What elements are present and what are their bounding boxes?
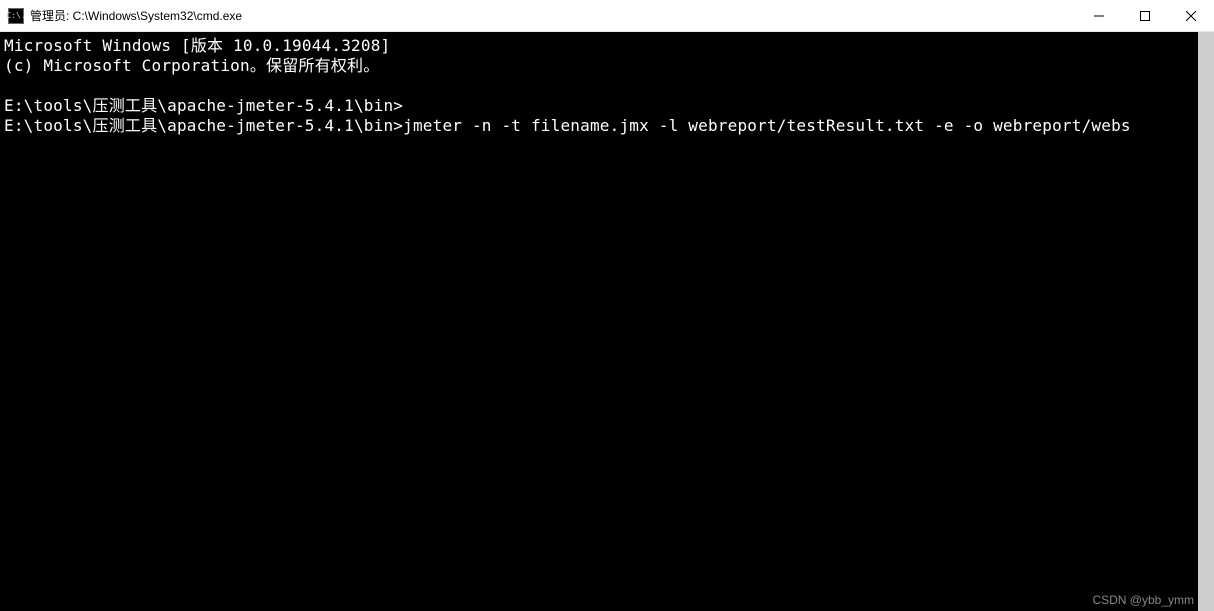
window-title: 管理员: C:\Windows\System32\cmd.exe [30, 7, 1076, 24]
terminal-container: Microsoft Windows [版本 10.0.19044.3208] (… [0, 32, 1214, 611]
terminal-prompt: E:\tools\压测工具\apache-jmeter-5.4.1\bin> [4, 96, 403, 115]
cmd-icon: C:\. [8, 8, 24, 24]
terminal-command: jmeter -n -t filename.jmx -l webreport/t… [403, 116, 1131, 135]
close-icon [1186, 11, 1196, 21]
watermark-text: CSDN @ybb_ymm [1092, 593, 1194, 607]
scrollbar-thumb[interactable] [1198, 32, 1214, 611]
minimize-icon [1094, 11, 1104, 21]
maximize-button[interactable] [1122, 0, 1168, 31]
minimize-button[interactable] [1076, 0, 1122, 31]
maximize-icon [1140, 11, 1150, 21]
vertical-scrollbar[interactable] [1198, 32, 1214, 611]
window-controls [1076, 0, 1214, 31]
terminal-line: Microsoft Windows [版本 10.0.19044.3208] [4, 36, 390, 55]
close-button[interactable] [1168, 0, 1214, 31]
terminal-prompt: E:\tools\压测工具\apache-jmeter-5.4.1\bin> [4, 116, 403, 135]
terminal-output[interactable]: Microsoft Windows [版本 10.0.19044.3208] (… [0, 32, 1198, 611]
window-titlebar: C:\. 管理员: C:\Windows\System32\cmd.exe [0, 0, 1214, 32]
terminal-line: (c) Microsoft Corporation。保留所有权利。 [4, 56, 379, 75]
